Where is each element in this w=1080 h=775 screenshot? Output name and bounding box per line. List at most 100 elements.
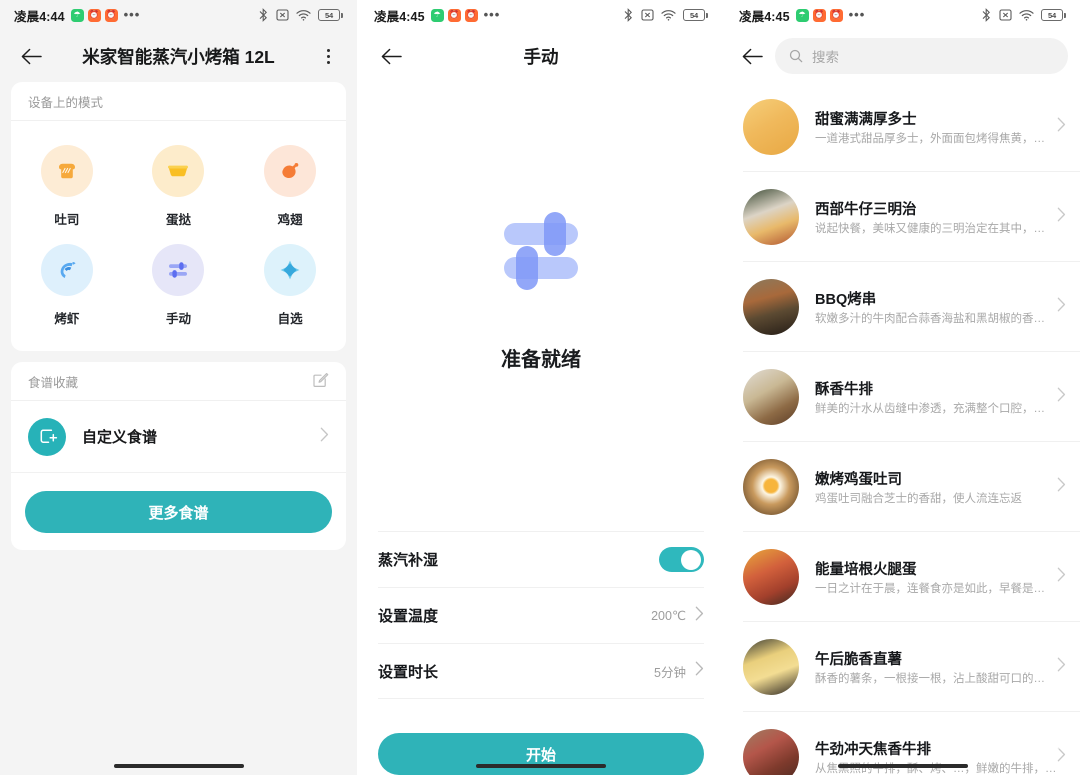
recipe-thumbnail (743, 279, 799, 335)
chevron-right-icon (1057, 387, 1066, 407)
alarm-app-badge-2: ⏰ (104, 8, 118, 22)
recipe-title: BBQ烤串 (815, 291, 877, 308)
battery-icon: 54 (318, 9, 343, 21)
mode-item-manual[interactable]: 手动 (123, 234, 235, 333)
more-options-button[interactable] (313, 41, 343, 71)
mode-item-shrimp[interactable]: 烤虾 (11, 234, 123, 333)
search-input[interactable]: 搜索 (775, 38, 1068, 74)
custom-recipe-label: 自定义食谱 (82, 429, 158, 446)
ready-status-text: 准备就绪 (501, 349, 581, 371)
battery-level-text: 54 (683, 9, 705, 21)
battery-cap (1064, 12, 1066, 18)
status-time: 凌晨4:45 (374, 9, 425, 24)
start-button[interactable]: 开始 (378, 733, 704, 775)
recipe-title: 酥香牛排 (815, 381, 873, 398)
setting-label: 蒸汽补湿 (378, 552, 439, 569)
bluetooth-icon (624, 8, 632, 22)
chevron-right-icon (1057, 207, 1066, 227)
sim-disabled-icon (276, 9, 289, 21)
sim-disabled-icon (641, 9, 654, 21)
recipe-text: 甜蜜满满厚多士 一道港式甜品厚多士，外面面包烤得焦黄，… (815, 108, 1049, 147)
status-bar-panel2: 凌晨4:45 ☂ ⏰ ⏰ ••• 54 (360, 0, 722, 30)
shield-app-badge: ☂ (70, 8, 84, 22)
mode-item-egg-tart[interactable]: 蛋挞 (123, 135, 235, 234)
setting-value: 200℃ (651, 609, 686, 623)
mode-label: 烤虾 (54, 312, 80, 326)
chevron-right-icon (1057, 657, 1066, 677)
status-app-badges: ☂ ⏰ ⏰ (430, 8, 478, 22)
list-item[interactable]: 能量培根火腿蛋 一日之计在于晨，连餐食亦是如此，早餐是… (725, 532, 1080, 622)
recipe-thumbnail (743, 99, 799, 155)
sliders-icon (152, 244, 205, 296)
recipe-thumbnail (743, 369, 799, 425)
more-recipes-button[interactable]: 更多食谱 (25, 491, 332, 533)
search-icon (789, 49, 803, 63)
list-item[interactable]: BBQ烤串 软嫩多汁的牛肉配合蒜香海盐和黑胡椒的香… (725, 262, 1080, 352)
chevron-right-icon (1057, 477, 1066, 497)
wifi-icon (661, 10, 676, 21)
diamond-icon (264, 244, 317, 296)
back-button[interactable] (14, 39, 48, 73)
steam-toggle[interactable] (659, 547, 704, 572)
list-item[interactable]: 酥香牛排 鲜美的汁水从齿缝中渗透，充满整个口腔，… (725, 352, 1080, 442)
recipe-thumbnail (743, 639, 799, 695)
back-button[interactable] (374, 39, 408, 73)
bluetooth-icon (982, 8, 990, 22)
wifi-icon (296, 10, 311, 21)
status-bar-panel1: 凌晨4:44 ☂ ⏰ ⏰ ••• 54 (0, 0, 357, 30)
egg-tart-icon (152, 145, 205, 197)
mode-label: 吐司 (54, 213, 80, 227)
screenshot-root: 凌晨4:44 ☂ ⏰ ⏰ ••• 54 米家智能蒸汽小烤箱 12L 设备上的模式… (0, 0, 1080, 775)
recipe-desc: 一道港式甜品厚多士，外面面包烤得焦黄，… (815, 132, 1045, 145)
setting-row-duration[interactable]: 设置时长 5分钟 (378, 643, 704, 699)
recipe-thumbnail (743, 549, 799, 605)
edit-square-icon[interactable] (312, 371, 329, 391)
recipe-title: 牛劲冲天焦香牛排 (815, 741, 931, 758)
recipe-text: BBQ烤串 软嫩多汁的牛肉配合蒜香海盐和黑胡椒的香… (815, 288, 1049, 327)
recipe-text: 能量培根火腿蛋 一日之计在于晨，连餐食亦是如此，早餐是… (815, 558, 1049, 597)
status-time: 凌晨4:45 (739, 9, 790, 24)
custom-recipe-row[interactable]: 自定义食谱 (11, 401, 346, 473)
recipe-thumbnail (743, 729, 799, 775)
back-button[interactable] (735, 39, 769, 73)
list-item[interactable]: 甜蜜满满厚多士 一道港式甜品厚多士，外面面包烤得焦黄，… (725, 82, 1080, 172)
setting-row-steam[interactable]: 蒸汽补湿 (378, 531, 704, 587)
alarm-app-badge-2: ⏰ (829, 8, 843, 22)
list-item[interactable]: 午后脆香直薯 酥香的薯条，一根接一根，沾上酸甜可口的… (725, 622, 1080, 712)
recipe-desc: 一日之计在于晨，连餐食亦是如此，早餐是… (815, 582, 1045, 595)
chevron-right-icon (320, 427, 329, 447)
mode-label: 鸡翅 (277, 213, 303, 227)
recipe-thumbnail (743, 459, 799, 515)
search-placeholder: 搜索 (812, 50, 839, 65)
toggle-knob (681, 549, 701, 570)
list-item[interactable]: 西部牛仔三明治 说起快餐，美味又健康的三明治定在其中，… (725, 172, 1080, 262)
device-modes-title: 设备上的模式 (28, 95, 104, 110)
shield-app-badge: ☂ (795, 8, 809, 22)
recipe-list[interactable]: 甜蜜满满厚多士 一道港式甜品厚多士，外面面包烤得焦黄，… 西部牛仔三明治 说起快… (725, 82, 1080, 775)
arrow-left-icon (742, 48, 763, 64)
chevron-right-icon (1057, 297, 1066, 317)
chevron-right-icon (1057, 747, 1066, 767)
status-right-icons: 54 (981, 8, 1066, 22)
status-time: 凌晨4:44 (14, 9, 65, 24)
status-overflow-icon: ••• (123, 7, 141, 22)
navbar-panel1: 米家智能蒸汽小烤箱 12L (0, 30, 357, 82)
recipe-title: 嫩烤鸡蛋吐司 (815, 471, 902, 488)
battery-icon: 54 (683, 9, 708, 21)
favorites-title: 食谱收藏 (28, 375, 79, 390)
mode-item-custom[interactable]: 自选 (234, 234, 346, 333)
page-title: 米家智能蒸汽小烤箱 12L (82, 46, 275, 67)
recipe-desc: 软嫩多汁的牛肉配合蒜香海盐和黑胡椒的香… (815, 312, 1045, 325)
status-bar-panel3: 凌晨4:45 ☂ ⏰ ⏰ ••• 54 (725, 0, 1080, 30)
battery-cap (341, 12, 343, 18)
list-item[interactable]: 嫩烤鸡蛋吐司 鸡蛋吐司融合芝士的香甜，使人流连忘返 (725, 442, 1080, 532)
recipe-desc: 鲜美的汁水从齿缝中渗透，充满整个口腔，… (815, 402, 1045, 415)
mode-item-chicken-wing[interactable]: 鸡翅 (234, 135, 346, 234)
mode-item-toast[interactable]: 吐司 (11, 135, 123, 234)
status-app-badges: ☂ ⏰ ⏰ (795, 8, 843, 22)
setting-row-temperature[interactable]: 设置温度 200℃ (378, 587, 704, 643)
recipe-text: 西部牛仔三明治 说起快餐，美味又健康的三明治定在其中，… (815, 198, 1049, 237)
home-indicator (837, 764, 968, 768)
recipe-text: 午后脆香直薯 酥香的薯条，一根接一根，沾上酸甜可口的… (815, 648, 1049, 687)
sim-disabled-icon (999, 9, 1012, 21)
